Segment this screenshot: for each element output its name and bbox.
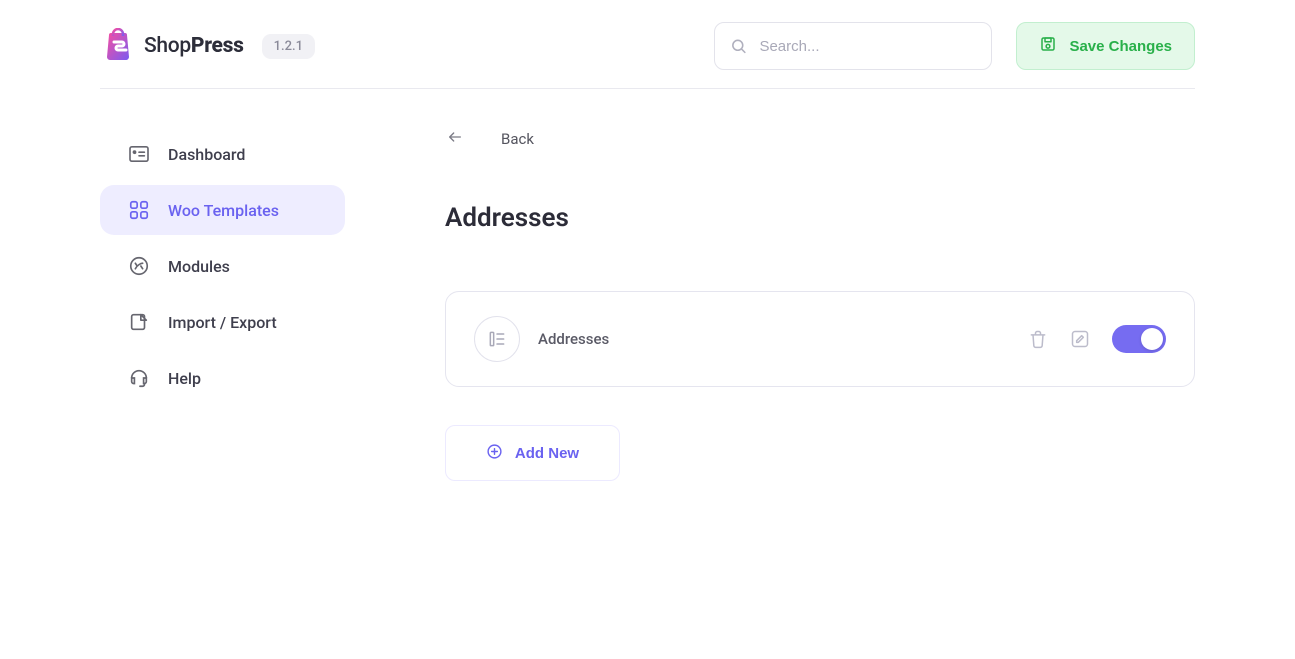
edit-button[interactable]: [1070, 329, 1090, 349]
search-icon: [730, 38, 747, 55]
sidebar-item-modules[interactable]: Modules: [100, 241, 345, 291]
sidebar-item-woo-templates[interactable]: Woo Templates: [100, 185, 345, 235]
template-icon: [474, 316, 520, 362]
sidebar-item-label: Woo Templates: [168, 201, 279, 220]
sidebar-item-dashboard[interactable]: Dashboard: [100, 129, 345, 179]
save-icon: [1039, 35, 1057, 57]
brand-name: ShopPress: [144, 34, 244, 58]
templates-icon: [128, 199, 150, 221]
sidebar-item-label: Help: [168, 369, 201, 388]
back-link[interactable]: Back: [445, 129, 1195, 149]
sidebar-item-import-export[interactable]: Import / Export: [100, 297, 345, 347]
add-new-label: Add New: [515, 445, 579, 462]
logo-icon: [100, 28, 136, 64]
template-card: Addresses: [445, 291, 1195, 387]
arrow-left-icon: [445, 129, 465, 149]
template-card-label: Addresses: [538, 330, 609, 348]
plus-circle-icon: [486, 443, 503, 464]
sidebar-item-label: Dashboard: [168, 145, 245, 164]
sidebar-item-help[interactable]: Help: [100, 353, 345, 403]
enable-toggle[interactable]: [1112, 325, 1166, 353]
help-icon: [128, 367, 150, 389]
header-right: Save Changes: [714, 22, 1195, 70]
version-badge: 1.2.1: [262, 34, 315, 59]
delete-button[interactable]: [1028, 329, 1048, 349]
header: ShopPress 1.2.1 Save C: [100, 0, 1195, 89]
main-content: Back Addresses Addresses: [445, 129, 1195, 481]
card-left: Addresses: [474, 316, 609, 362]
back-label: Back: [501, 130, 534, 148]
brand-group: ShopPress 1.2.1: [100, 28, 315, 64]
import-export-icon: [128, 311, 150, 333]
add-new-button[interactable]: Add New: [445, 425, 620, 481]
save-changes-button[interactable]: Save Changes: [1016, 22, 1195, 70]
save-button-label: Save Changes: [1069, 38, 1172, 55]
sidebar: Dashboard Woo Templates: [100, 129, 345, 481]
card-actions: [1028, 325, 1166, 353]
toggle-knob: [1141, 328, 1163, 350]
search-input[interactable]: [714, 22, 992, 70]
dashboard-icon: [128, 145, 150, 163]
logo: ShopPress: [100, 28, 244, 64]
search-wrap: [714, 22, 992, 70]
modules-icon: [128, 255, 150, 277]
sidebar-item-label: Import / Export: [168, 313, 277, 332]
page-title: Addresses: [445, 203, 1195, 233]
sidebar-item-label: Modules: [168, 257, 230, 276]
